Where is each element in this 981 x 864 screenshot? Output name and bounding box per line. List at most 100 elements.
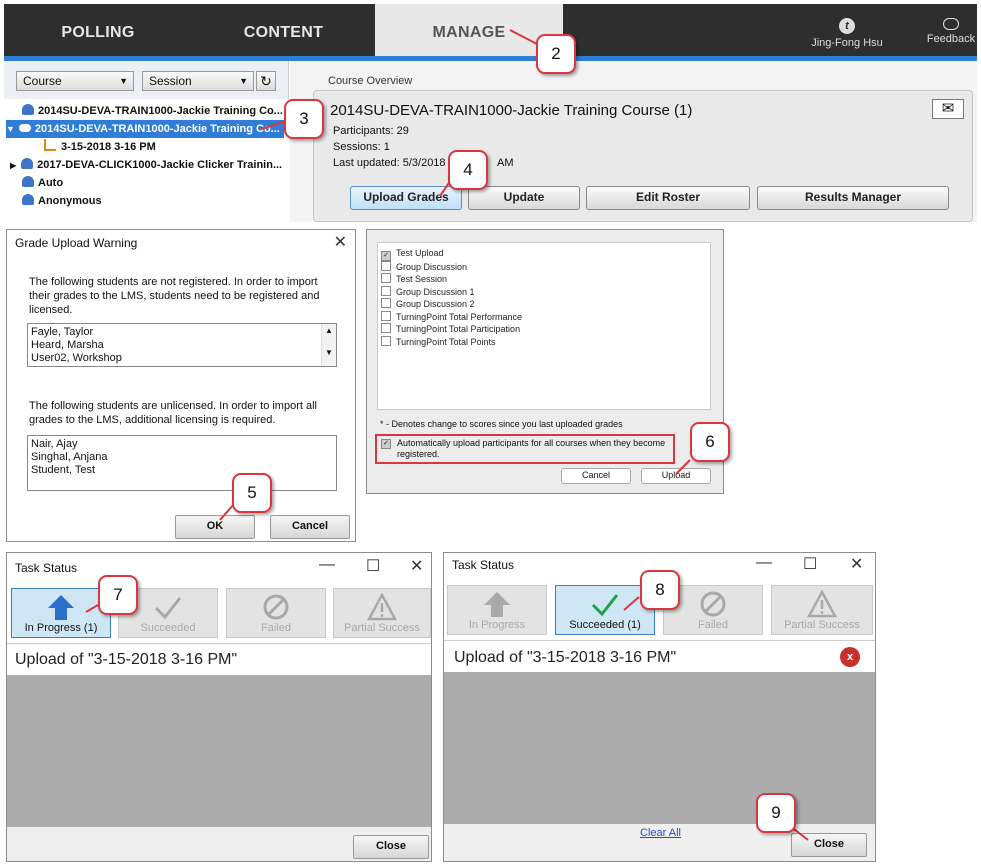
expand-arrow-icon: ▼	[6, 124, 15, 134]
session-dropdown[interactable]: Session ▼	[142, 71, 254, 91]
item-total-performance[interactable]: TurningPoint Total Performance	[381, 311, 522, 322]
close-icon[interactable]: ✕	[334, 232, 347, 252]
tree-session[interactable]: 3-15-2018 3-16 PM	[44, 138, 284, 156]
checkbox-checked-icon[interactable]: ✓	[381, 439, 391, 449]
unregistered-list[interactable]: Fayle, Taylor Heard, Marsha User02, Work…	[27, 323, 337, 367]
upload-grades-button[interactable]: Upload Grades	[350, 186, 462, 210]
upload-task-label: Upload of "3-15-2018 3-16 PM"	[15, 651, 238, 668]
close-icon[interactable]: ✕	[410, 556, 423, 576]
tile-label: Succeeded (1)	[569, 619, 641, 631]
course-dropdown[interactable]: Course ▼	[16, 71, 134, 91]
tree-session-label: 3-15-2018 3-16 PM	[61, 141, 156, 153]
item-test-upload[interactable]: ✓ Test Upload	[381, 248, 444, 261]
tile-in-progress[interactable]: In Progress (1)	[11, 588, 111, 638]
sessions-count: Sessions: 1	[333, 141, 390, 153]
callout-7: 7	[98, 575, 138, 615]
minimize-icon[interactable]: —	[756, 554, 772, 572]
checkbox-icon[interactable]	[381, 273, 391, 283]
session-dropdown-label: Session	[149, 74, 192, 88]
checkbox-icon[interactable]	[381, 286, 391, 296]
tree-anonymous[interactable]: Anonymous	[22, 192, 102, 210]
checkbox-icon[interactable]	[381, 323, 391, 333]
tree-course-2-selected[interactable]: ▼ 2014SU-DEVA-TRAIN1000-Jackie Training C…	[6, 120, 284, 138]
cancel-button[interactable]: Cancel	[270, 515, 350, 539]
tab-manage[interactable]: MANAGE	[375, 4, 563, 56]
checkbox-icon[interactable]	[381, 311, 391, 321]
up-arrow-icon	[448, 590, 546, 618]
warning-icon	[772, 589, 872, 618]
item-label: Group Discussion	[396, 262, 468, 272]
people-icon	[22, 176, 34, 187]
list-item: Heard, Marsha	[31, 339, 104, 351]
feedback-button[interactable]: Feedback	[916, 18, 977, 45]
item-group-discussion-1[interactable]: Group Discussion 1	[381, 286, 475, 297]
user-menu[interactable]: t Jing-Fong Hsu	[802, 18, 892, 49]
update-button[interactable]: Update	[468, 186, 580, 210]
remove-task-icon[interactable]: x	[840, 647, 860, 667]
item-total-participation[interactable]: TurningPoint Total Participation	[381, 323, 520, 334]
maximize-icon[interactable]: ☐	[366, 556, 380, 576]
mail-icon[interactable]: ✉	[932, 99, 964, 119]
unregistered-message: The following students are not registere…	[29, 276, 320, 316]
refresh-button[interactable]: ↻	[256, 71, 276, 91]
results-manager-button[interactable]: Results Manager	[757, 186, 949, 210]
item-group-discussion-2[interactable]: Group Discussion 2	[381, 298, 475, 309]
close-button[interactable]: Close	[353, 835, 429, 859]
grade-upload-warning-dialog: Grade Upload Warning ✕ The following stu…	[6, 229, 356, 542]
list-item: Singhal, Anjana	[31, 451, 108, 463]
callout-3: 3	[284, 99, 324, 139]
tile-partial-success[interactable]: Partial Success	[771, 585, 873, 635]
no-entry-icon	[227, 593, 325, 621]
checkbox-icon[interactable]	[381, 336, 391, 346]
item-total-points[interactable]: TurningPoint Total Points	[381, 336, 496, 347]
item-label: TurningPoint Total Participation	[396, 324, 521, 334]
user-name: Jing-Fong Hsu	[811, 37, 883, 49]
upload-button[interactable]: Upload	[641, 468, 711, 484]
minimize-icon[interactable]: —	[319, 556, 335, 574]
unlicensed-list[interactable]: Nair, Ajay Singhal, Anjana Student, Test	[27, 435, 337, 491]
refresh-icon: ↻	[260, 73, 272, 89]
item-test-session[interactable]: Test Session	[381, 273, 447, 284]
callout-4: 4	[448, 150, 488, 190]
divider	[7, 643, 431, 644]
item-label: Group Discussion 1	[396, 287, 475, 297]
tile-in-progress[interactable]: In Progress	[447, 585, 547, 635]
checkbox-checked-icon[interactable]: ✓	[381, 251, 391, 261]
maximize-icon[interactable]: ☐	[803, 554, 817, 574]
list-item: Fayle, Taylor	[31, 326, 94, 338]
tree-course-3[interactable]: ▶ 2017-DEVA-CLICK1000-Jackie Clicker Trai…	[10, 156, 284, 174]
chevron-down-icon: ▼	[239, 76, 248, 86]
divider	[444, 640, 875, 641]
item-label: TurningPoint Total Performance	[396, 312, 523, 322]
scrollbar[interactable]: ▲ ▼	[321, 324, 336, 366]
upload-task-label: Upload of "3-15-2018 3-16 PM"	[454, 649, 677, 666]
tab-polling[interactable]: POLLING	[4, 4, 192, 56]
tile-failed[interactable]: Failed	[226, 588, 326, 638]
clear-all-link[interactable]: Clear All	[640, 827, 681, 839]
upload-selection-dialog: ✓ Test Upload Group Discussion Test Sessi…	[366, 229, 724, 494]
course-dropdown-label: Course	[23, 74, 62, 88]
callout-5: 5	[232, 473, 272, 513]
expand-arrow-icon: ▶	[10, 161, 17, 170]
window-title: Task Status	[15, 561, 78, 575]
callout-2: 2	[536, 34, 576, 74]
checkbox-icon[interactable]	[381, 298, 391, 308]
tree-course-1[interactable]: 2014SU-DEVA-TRAIN1000-Jackie Training Co…	[22, 102, 284, 120]
item-group-discussion[interactable]: Group Discussion	[381, 261, 467, 272]
participants-count: Participants: 29	[333, 125, 409, 137]
close-icon[interactable]: ✕	[850, 554, 863, 574]
close-button[interactable]: Close	[791, 833, 867, 857]
auto-upload-option[interactable]: ✓ Automatically upload participants for …	[381, 438, 671, 460]
edit-roster-button[interactable]: Edit Roster	[586, 186, 750, 210]
unlicensed-message: The following students are unlicensed. I…	[29, 400, 317, 426]
checkbox-icon[interactable]	[381, 261, 391, 271]
list-item: Nair, Ajay	[31, 438, 78, 450]
item-label: Test Session	[396, 274, 448, 284]
tree-course-1-label: 2014SU-DEVA-TRAIN1000-Jackie Training Co…	[38, 105, 283, 117]
tile-partial-success[interactable]: Partial Success	[333, 588, 431, 638]
tree-course-2-label: 2014SU-DEVA-TRAIN1000-Jackie Training Co…	[34, 123, 280, 135]
ok-button[interactable]: OK	[175, 515, 255, 539]
tab-content[interactable]: CONTENT	[192, 4, 375, 56]
cancel-button[interactable]: Cancel	[561, 468, 631, 484]
tree-auto[interactable]: Auto	[22, 174, 63, 192]
